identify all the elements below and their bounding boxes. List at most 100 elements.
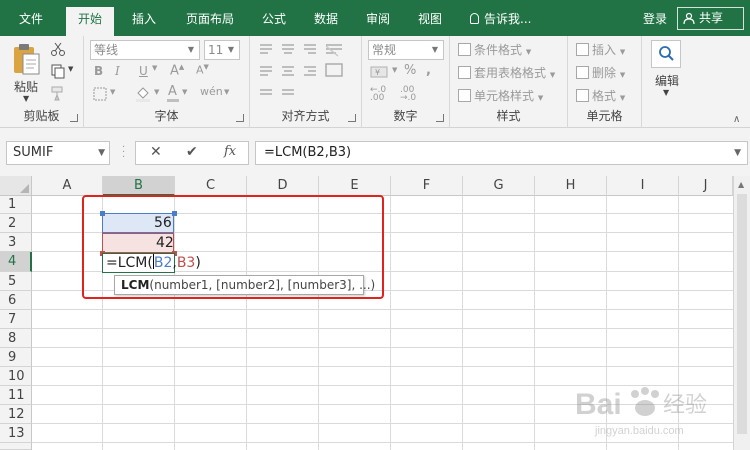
paste-dropdown-icon[interactable]: ▼ xyxy=(23,94,29,103)
chevron-down-icon[interactable]: ▼ xyxy=(98,142,105,164)
percent-icon[interactable]: % xyxy=(404,63,416,78)
number-launcher[interactable] xyxy=(436,114,444,122)
column-header-i[interactable]: I xyxy=(607,176,679,196)
format-cells-button[interactable]: 格式 ▼ xyxy=(576,87,625,104)
tab-formulas[interactable]: 公式 xyxy=(252,8,296,30)
font-color-dropdown-icon[interactable]: ▼ xyxy=(182,88,187,96)
column-header-g[interactable]: G xyxy=(463,176,535,196)
increase-font-icon[interactable]: A▲ xyxy=(170,63,184,78)
gridline xyxy=(462,196,463,450)
fill-color-icon[interactable] xyxy=(134,84,152,102)
name-box-value: SUMIF xyxy=(13,145,54,160)
underline-dropdown-icon[interactable]: ▼ xyxy=(152,64,157,72)
accounting-dropdown-icon[interactable]: ▼ xyxy=(392,66,397,74)
alignment-launcher[interactable] xyxy=(348,114,356,122)
tab-review[interactable]: 审阅 xyxy=(356,8,400,30)
cut-icon[interactable] xyxy=(50,41,66,57)
row-header-4[interactable]: 4 xyxy=(0,252,32,272)
format-as-table-label: 套用表格格式 xyxy=(474,66,547,80)
row-header-13[interactable]: 13 xyxy=(0,424,32,443)
column-header-a[interactable]: A xyxy=(32,176,103,196)
tell-me-box[interactable]: 告诉我... xyxy=(470,8,531,30)
cell-styles-button[interactable]: 单元格样式 ▼ xyxy=(458,87,543,104)
insert-cells-button[interactable]: 插入 ▼ xyxy=(576,41,625,58)
gridline xyxy=(32,328,733,329)
column-header-b[interactable]: B xyxy=(103,176,175,196)
share-button[interactable]: 共享 xyxy=(677,7,744,30)
tab-home[interactable]: 开始 xyxy=(66,7,114,36)
column-header-h[interactable]: H xyxy=(535,176,607,196)
tab-view[interactable]: 视图 xyxy=(408,8,452,30)
select-all-button[interactable] xyxy=(0,176,32,196)
font-name-combo[interactable]: 等线 ▼ xyxy=(90,40,200,60)
delete-cells-button[interactable]: 删除 ▼ xyxy=(576,64,625,81)
row-header-2[interactable]: 2 xyxy=(0,214,32,233)
column-header-e[interactable]: E xyxy=(319,176,391,196)
comma-icon[interactable]: , xyxy=(426,63,431,78)
row-header-12[interactable]: 12 xyxy=(0,405,32,424)
editing-dropdown-icon[interactable]: ▼ xyxy=(663,88,669,97)
insert-function-icon[interactable]: fx xyxy=(224,144,236,159)
phonetic-dropdown-icon[interactable]: ▼ xyxy=(224,88,229,96)
column-header-f[interactable]: F xyxy=(391,176,463,196)
paste-icon[interactable] xyxy=(12,42,42,78)
vertical-scrollbar[interactable]: ▲ xyxy=(733,176,750,450)
row-header-6[interactable]: 6 xyxy=(0,291,32,310)
tab-data[interactable]: 数据 xyxy=(304,8,348,30)
column-header-j[interactable]: J xyxy=(679,176,733,196)
clipboard-launcher[interactable] xyxy=(70,114,78,122)
accounting-icon[interactable]: ¥ xyxy=(370,64,390,80)
share-label: 共享 xyxy=(699,11,724,25)
underline-icon[interactable]: U xyxy=(139,64,148,78)
row-header-3[interactable]: 3 xyxy=(0,233,32,252)
cancel-icon[interactable]: ✕ xyxy=(150,144,162,160)
decrease-decimal-icon[interactable]: .00 →.0 xyxy=(400,86,416,103)
number-format-combo[interactable]: 常规 ▼ xyxy=(368,40,444,60)
paste-button[interactable]: 粘贴 xyxy=(14,78,38,95)
row-header-8[interactable]: 8 xyxy=(0,329,32,348)
alignment-icons[interactable] xyxy=(258,42,354,104)
formula-input[interactable]: =LCM(B2,B3) ▼ xyxy=(255,141,748,165)
row-header-1[interactable]: 1 xyxy=(0,196,32,214)
login-button[interactable]: 登录 xyxy=(643,8,667,30)
row-header-14[interactable] xyxy=(0,443,32,450)
gridline xyxy=(390,196,391,450)
formula-bar-grip-icon[interactable]: · · · xyxy=(122,143,126,163)
bold-icon[interactable]: B xyxy=(94,64,103,78)
copy-dropdown-icon[interactable]: ▼ xyxy=(68,65,73,73)
column-header-d[interactable]: D xyxy=(247,176,319,196)
font-size-combo[interactable]: 11 ▼ xyxy=(204,40,240,60)
tab-page-layout[interactable]: 页面布局 xyxy=(176,8,244,30)
font-launcher[interactable] xyxy=(236,114,244,122)
borders-dropdown-icon[interactable]: ▼ xyxy=(110,88,115,96)
conditional-format-button[interactable]: 条件格式 ▼ xyxy=(458,41,531,58)
fill-color-dropdown-icon[interactable]: ▼ xyxy=(154,88,159,96)
row-header-11[interactable]: 11 xyxy=(0,386,32,405)
borders-icon[interactable] xyxy=(92,86,108,102)
tab-insert[interactable]: 插入 xyxy=(122,8,166,30)
expand-formula-icon[interactable]: ▼ xyxy=(734,142,741,164)
increase-decimal-icon[interactable]: ←.0.00 xyxy=(370,86,386,103)
scrollbar-thumb[interactable] xyxy=(737,194,747,434)
enter-icon[interactable]: ✔ xyxy=(186,144,198,160)
row-header-10[interactable]: 10 xyxy=(0,367,32,386)
font-color-icon[interactable]: A xyxy=(168,84,177,99)
column-header-c[interactable]: C xyxy=(175,176,247,196)
tab-file[interactable]: 文件 xyxy=(8,8,54,30)
scroll-up-icon[interactable]: ▲ xyxy=(738,180,744,189)
row-header-9[interactable]: 9 xyxy=(0,348,32,367)
cells-group: 插入 ▼ 删除 ▼ 格式 ▼ 单元格 xyxy=(568,36,642,128)
row-header-7[interactable]: 7 xyxy=(0,310,32,329)
conditional-format-label: 条件格式 xyxy=(474,43,523,57)
format-as-table-button[interactable]: 套用表格格式 ▼ xyxy=(458,64,555,81)
row-header-5[interactable]: 5 xyxy=(0,272,32,291)
copy-icon[interactable] xyxy=(50,63,66,79)
format-painter-icon[interactable] xyxy=(50,85,66,101)
italic-icon[interactable]: I xyxy=(115,64,120,78)
decrease-font-icon[interactable]: A▼ xyxy=(196,63,209,77)
editing-button-frame[interactable] xyxy=(651,40,681,68)
collapse-ribbon-icon[interactable]: ∧ xyxy=(733,114,740,125)
phonetic-icon[interactable]: wén xyxy=(200,85,223,98)
name-box[interactable]: SUMIF ▼ xyxy=(6,141,110,165)
editing-group[interactable]: 编辑 ▼ xyxy=(642,36,692,128)
